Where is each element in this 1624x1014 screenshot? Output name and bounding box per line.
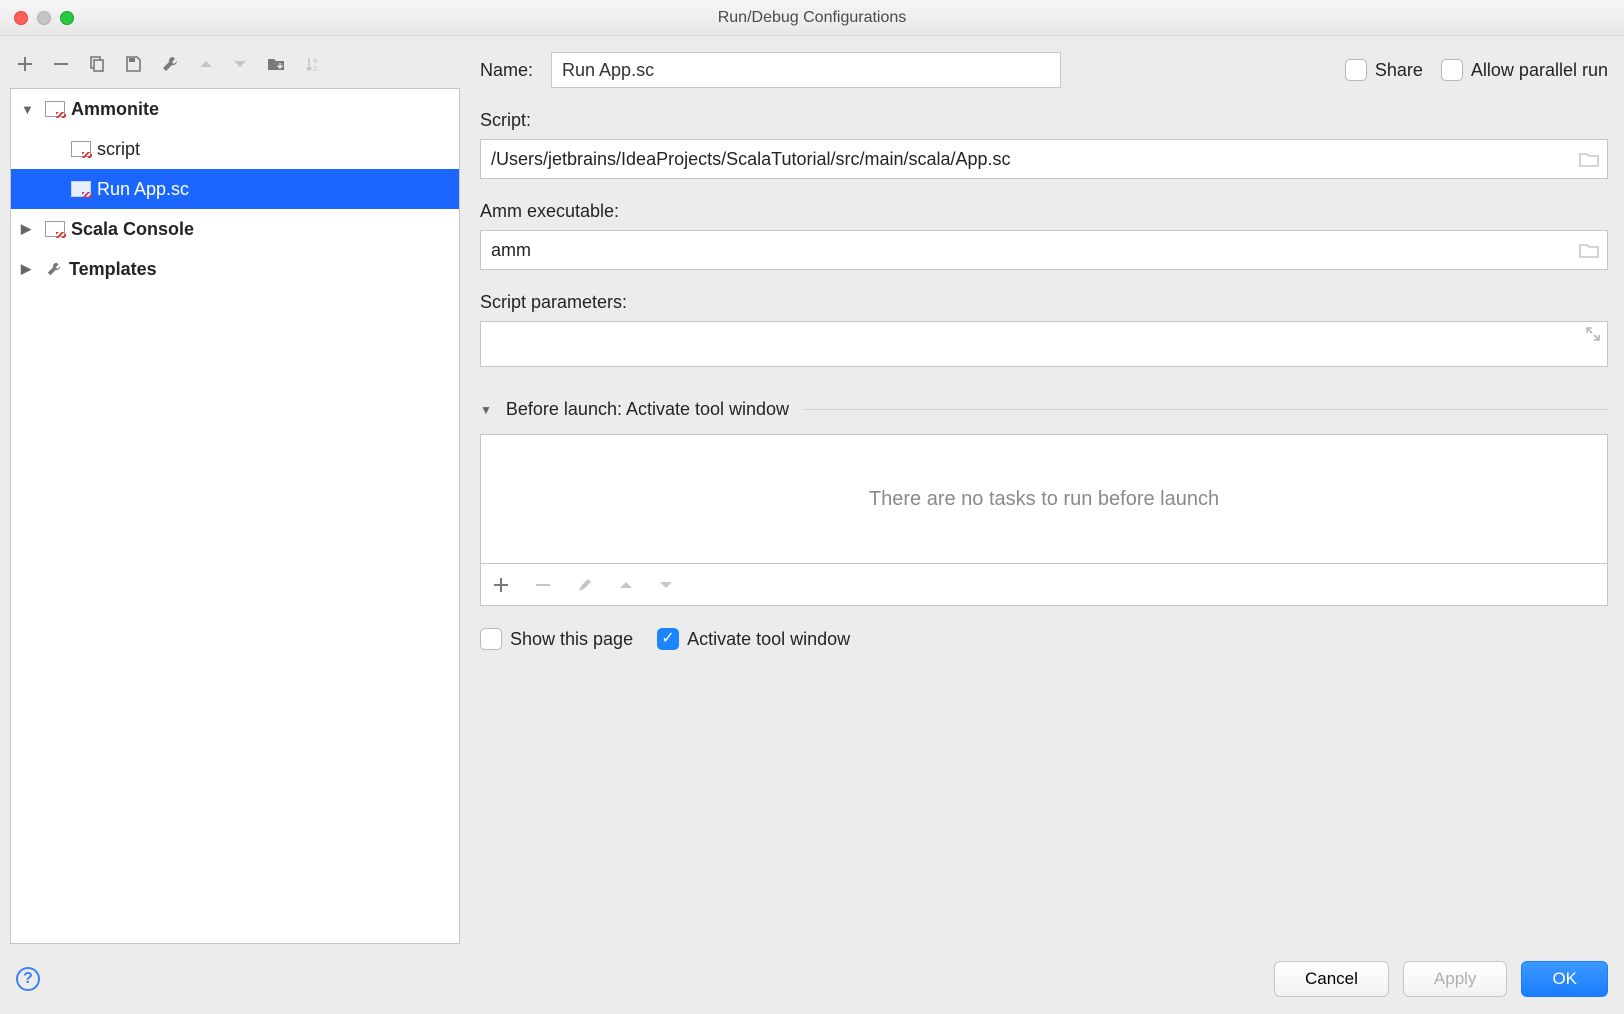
config-toolbar: az <box>10 46 460 88</box>
tasks-toolbar <box>480 564 1608 606</box>
chevron-down-icon: ▼ <box>21 102 39 117</box>
tasks-empty-text: There are no tasks to run before launch <box>869 488 1219 511</box>
sort-icon: az <box>304 55 322 73</box>
parallel-label: Allow parallel run <box>1471 60 1608 81</box>
folder-icon[interactable] <box>266 55 286 73</box>
edit-icon <box>577 577 593 593</box>
config-type-icon <box>45 221 65 237</box>
dialog-footer: ? Cancel Apply OK <box>0 944 1624 1014</box>
share-label: Share <box>1375 60 1423 81</box>
name-label: Name: <box>480 60 533 81</box>
tree-item-label: Templates <box>69 259 157 280</box>
activate-tw-label: Activate tool window <box>687 629 850 650</box>
share-checkbox[interactable]: Share <box>1345 59 1423 81</box>
tasks-list[interactable]: There are no tasks to run before launch <box>480 434 1608 564</box>
tree-item-templates[interactable]: ▶ Templates <box>11 249 459 289</box>
remove-icon <box>535 577 551 593</box>
ok-button[interactable]: OK <box>1521 961 1608 997</box>
show-page-label: Show this page <box>510 629 633 650</box>
script-input[interactable]: /Users/jetbrains/IdeaProjects/ScalaTutor… <box>480 139 1608 179</box>
wrench-icon[interactable] <box>160 54 180 74</box>
move-down-icon <box>659 578 673 592</box>
expand-icon[interactable] <box>1585 326 1601 342</box>
before-launch-section[interactable]: ▼ Before launch: Activate tool window <box>480 399 1608 420</box>
help-button[interactable]: ? <box>16 967 40 991</box>
config-icon <box>71 141 91 157</box>
config-form: Name: Share Allow parallel run Script: /… <box>480 46 1614 944</box>
before-launch-label: Before launch: Activate tool window <box>506 399 789 420</box>
svg-text:z: z <box>313 64 317 73</box>
config-icon <box>71 181 91 197</box>
name-input[interactable] <box>551 52 1061 88</box>
add-icon[interactable] <box>493 577 509 593</box>
move-down-icon <box>232 56 248 72</box>
params-input[interactable] <box>480 321 1608 367</box>
chevron-down-icon: ▼ <box>480 403 492 417</box>
sidebar: az ▼ Ammonite script Run App.sc ▶ Scala … <box>10 46 460 944</box>
params-label: Script parameters: <box>480 292 1608 313</box>
tree-item-script[interactable]: script <box>11 129 459 169</box>
wrench-icon <box>45 260 63 278</box>
config-tree[interactable]: ▼ Ammonite script Run App.sc ▶ Scala Con… <box>10 88 460 944</box>
browse-icon[interactable] <box>1579 151 1599 167</box>
config-type-icon <box>45 101 65 117</box>
tree-item-scala-console[interactable]: ▶ Scala Console <box>11 209 459 249</box>
copy-icon[interactable] <box>88 55 106 73</box>
move-up-icon <box>619 578 633 592</box>
chevron-right-icon: ▶ <box>21 261 39 277</box>
script-value: /Users/jetbrains/IdeaProjects/ScalaTutor… <box>491 149 1579 170</box>
amm-value: amm <box>491 240 1579 261</box>
amm-input[interactable]: amm <box>480 230 1608 270</box>
save-icon[interactable] <box>124 55 142 73</box>
amm-label: Amm executable: <box>480 201 1608 222</box>
window-title: Run/Debug Configurations <box>0 9 1624 27</box>
tree-item-label: Ammonite <box>71 99 159 120</box>
add-icon[interactable] <box>16 55 34 73</box>
move-up-icon <box>198 56 214 72</box>
chevron-right-icon: ▶ <box>21 221 39 237</box>
parallel-run-checkbox[interactable]: Allow parallel run <box>1441 59 1608 81</box>
tree-item-label: script <box>97 139 140 160</box>
activate-tool-window-checkbox[interactable]: Activate tool window <box>657 628 850 650</box>
tree-item-ammonite[interactable]: ▼ Ammonite <box>11 89 459 129</box>
tree-item-run-app[interactable]: Run App.sc <box>11 169 459 209</box>
remove-icon[interactable] <box>52 55 70 73</box>
script-label: Script: <box>480 110 1608 131</box>
browse-icon[interactable] <box>1579 242 1599 258</box>
titlebar: Run/Debug Configurations <box>0 0 1624 36</box>
tree-item-label: Run App.sc <box>97 179 189 200</box>
tree-item-label: Scala Console <box>71 219 194 240</box>
show-page-checkbox[interactable]: Show this page <box>480 628 633 650</box>
cancel-button[interactable]: Cancel <box>1274 961 1389 997</box>
apply-button: Apply <box>1403 961 1508 997</box>
